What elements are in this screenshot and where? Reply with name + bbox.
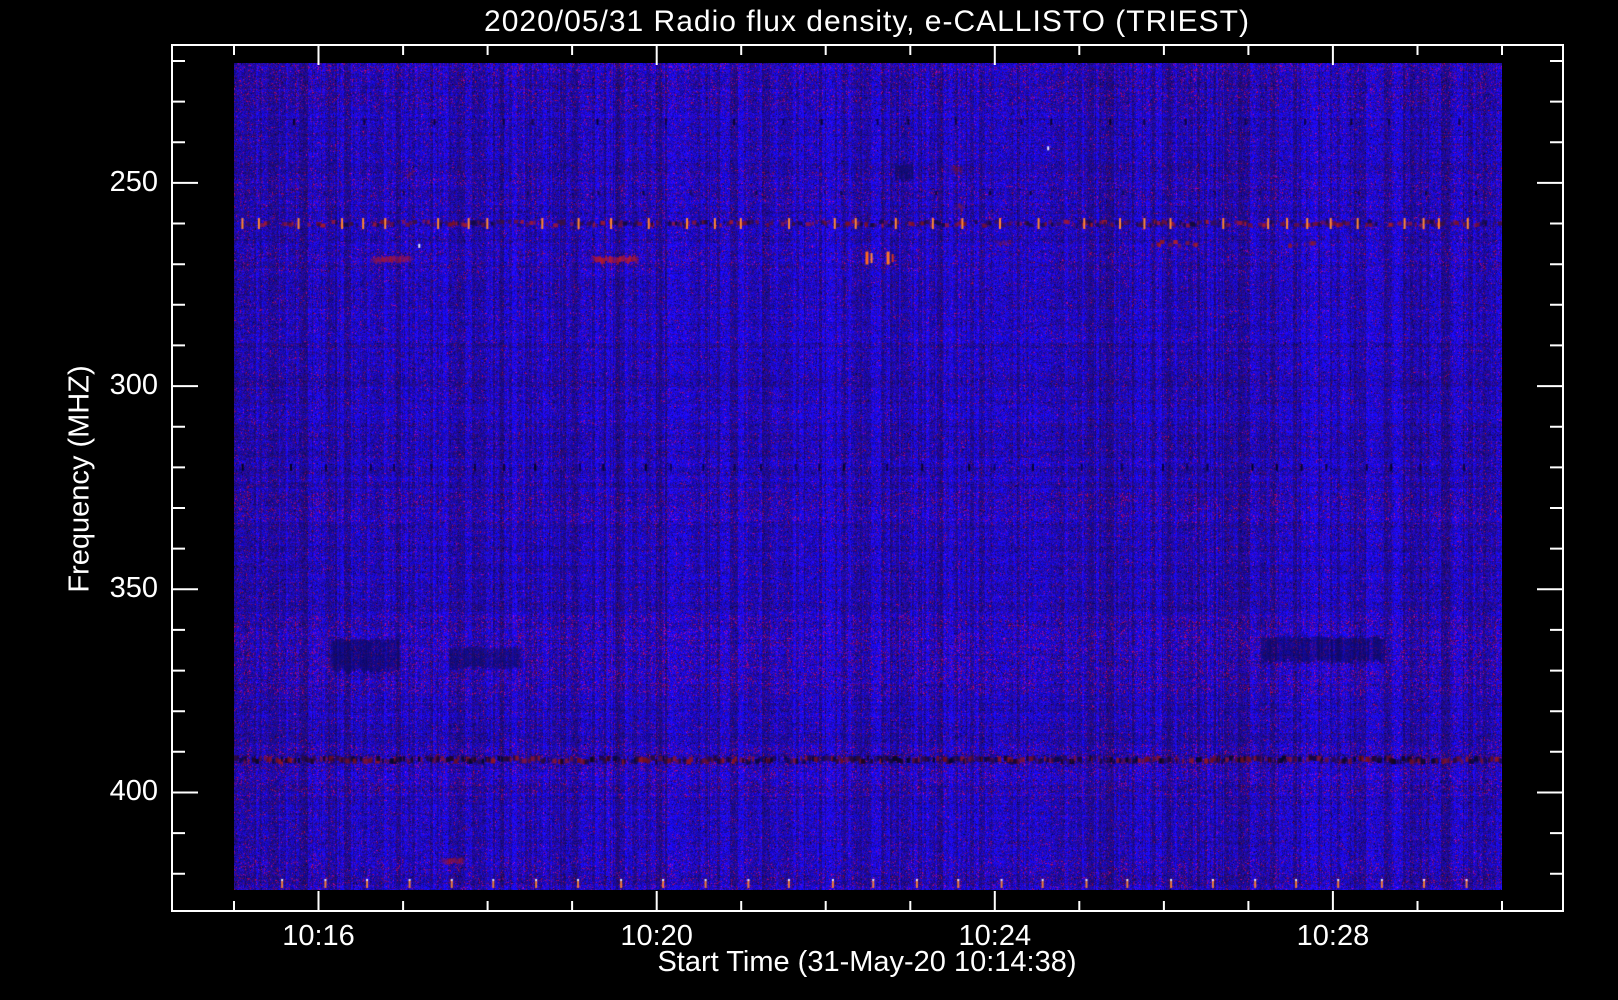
y-tick-label: 300 — [109, 369, 158, 402]
y-tick-label: 400 — [109, 775, 158, 808]
y-tick-label: 250 — [109, 165, 158, 198]
spectrogram-figure: 2020/05/31 Radio flux density, e-CALLIST… — [0, 0, 1618, 1000]
x-tick-label: 10:28 — [1296, 920, 1370, 952]
axes-ticks — [171, 44, 1564, 912]
axes-frame — [171, 44, 1564, 912]
x-tick-label: 10:24 — [958, 920, 1032, 952]
x-tick-label: 10:16 — [282, 920, 355, 952]
x-tick-label: 10:20 — [620, 920, 693, 952]
chart-title: 2020/05/31 Radio flux density, e-CALLIST… — [484, 5, 1250, 38]
y-tick-label: 350 — [109, 572, 158, 605]
